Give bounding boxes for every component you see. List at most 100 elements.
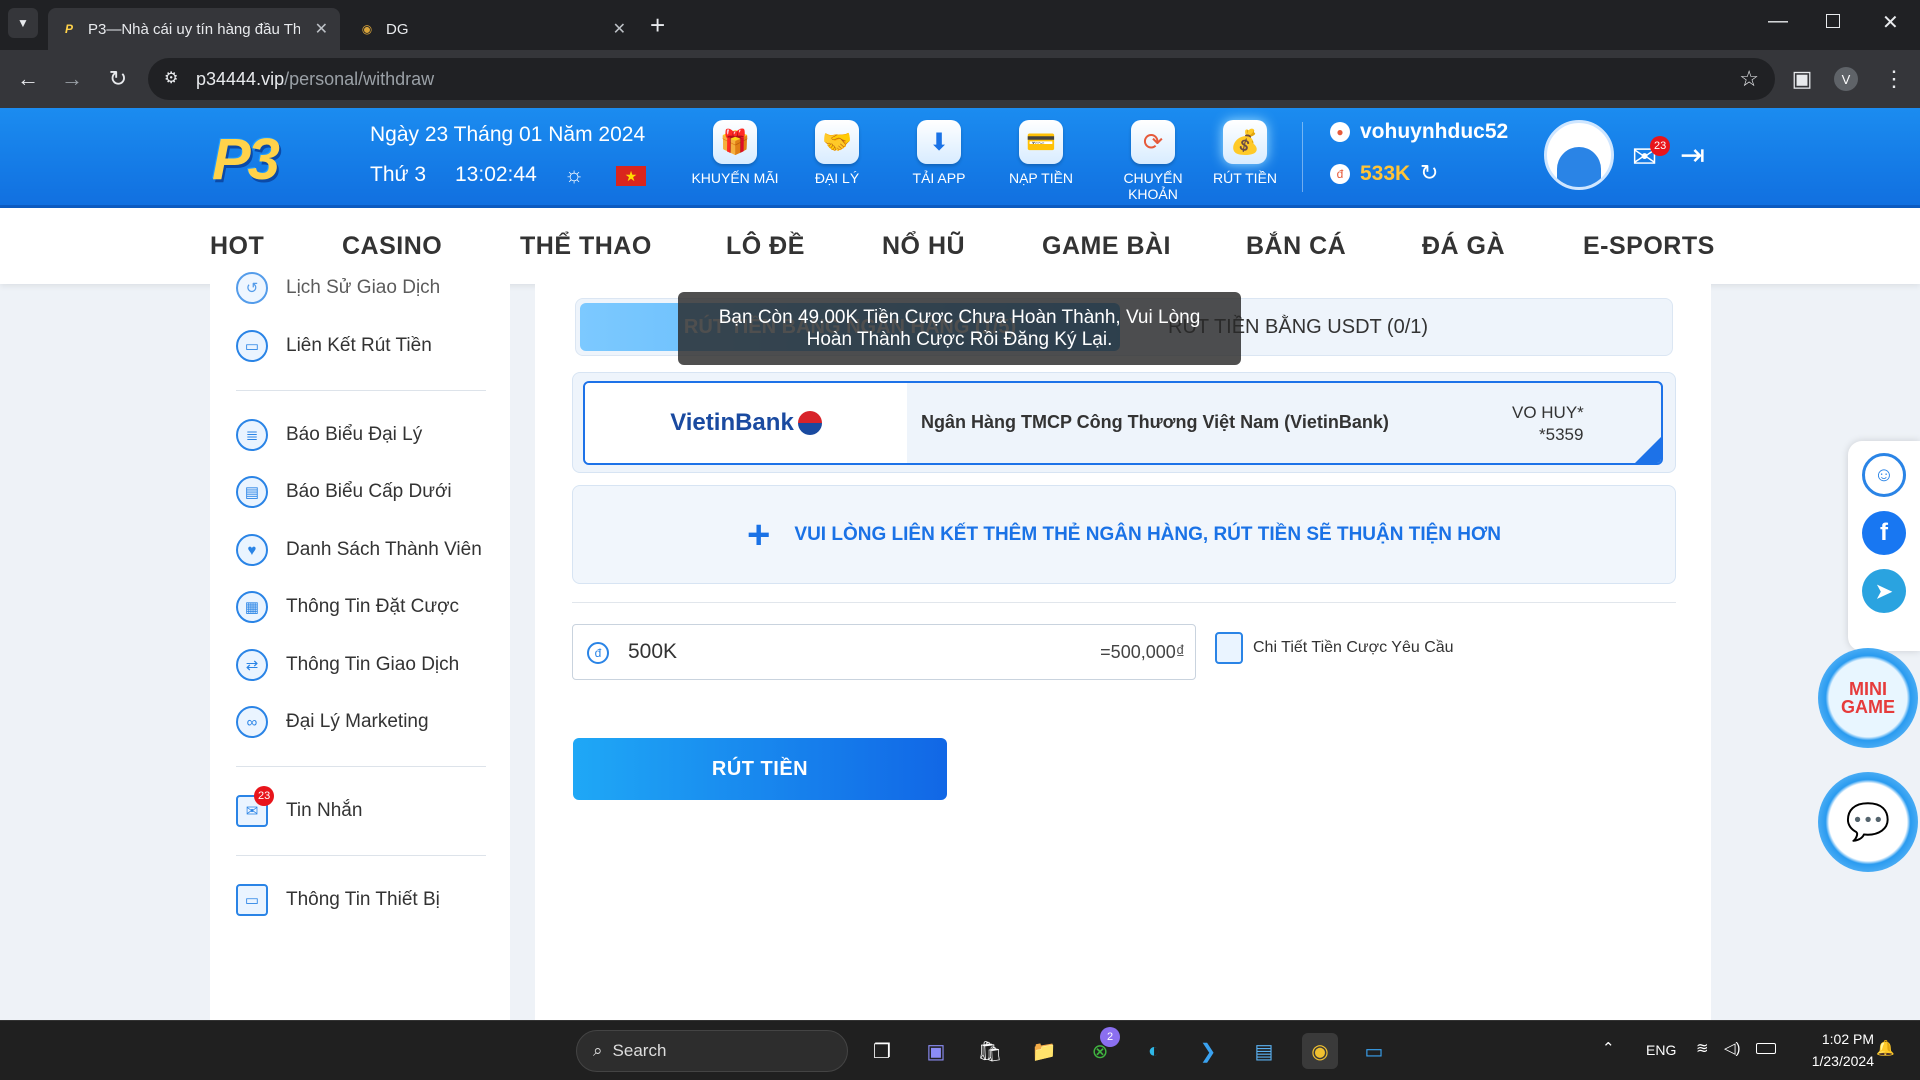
deposit-button[interactable]: 💳 NẠP TIỀN (996, 120, 1086, 186)
withdraw-submit-button[interactable]: RÚT TIỀN (573, 738, 947, 800)
bet-requirement-detail-link[interactable]: Chi Tiết Tiền Cược Yêu Cầu (1215, 632, 1454, 664)
forward-icon[interactable]: → (54, 61, 90, 97)
sidebar-item-withdraw-link[interactable]: ▭ Liên Kết Rút Tiền (236, 330, 432, 362)
sub-report-icon: ▤ (236, 476, 268, 508)
weekday: Thứ 3 (370, 163, 427, 186)
bet-info-icon: ▦ (236, 591, 268, 623)
download-app-button[interactable]: ⬇ TẢI APP (894, 120, 984, 186)
nav-ban-ca[interactable]: BẮN CÁ (1246, 232, 1346, 261)
live-chat-button[interactable]: 💬 (1818, 772, 1918, 872)
tab-title: P3—Nhà cái uy tín hàng đầu Th (88, 20, 300, 38)
volume-icon[interactable]: ◁) (1724, 1039, 1741, 1057)
minimize-icon[interactable]: — (1768, 10, 1788, 33)
logout-icon[interactable]: ⇥ (1680, 138, 1705, 173)
edge-icon[interactable]: ◐ (1136, 1033, 1172, 1069)
back-icon[interactable]: ← (10, 61, 46, 97)
browser-tab[interactable]: ◉ DG ✕ (346, 8, 638, 50)
withdraw-amount-input[interactable]: đ 500K =500,000₫ (572, 624, 1196, 680)
site-info-icon[interactable]: ⚙ (164, 68, 178, 88)
agent-button[interactable]: 🤝 ĐẠI LÝ (792, 120, 882, 186)
task-view-icon[interactable]: ❐ (864, 1033, 900, 1069)
file-explorer-icon[interactable]: 📁 (1026, 1033, 1062, 1069)
battery-icon[interactable] (1756, 1043, 1776, 1054)
sidebar-item-agent-report[interactable]: ≣ Báo Biểu Đại Lý (236, 419, 422, 451)
nav-da-ga[interactable]: ĐÁ GÀ (1422, 232, 1505, 261)
nav-hot[interactable]: HOT (210, 232, 264, 261)
sidebar-item-transaction-history[interactable]: ↺ Lịch Sử Giao Dịch (236, 272, 440, 304)
vietinbank-emblem-icon (797, 411, 822, 435)
vscode-icon[interactable]: ❯ (1190, 1033, 1226, 1069)
user-avatar[interactable] (1544, 120, 1614, 190)
windows-start-icon[interactable] (526, 1036, 556, 1066)
account-holder: VO HUY* (1512, 403, 1584, 422)
taskbar-search[interactable]: ⌕ Search (576, 1030, 848, 1072)
sidebar-item-transaction-info[interactable]: ⇄ Thông Tin Giao Dịch (236, 649, 459, 681)
search-icon: ⌕ (593, 1041, 603, 1060)
refresh-balance-icon[interactable]: ↻ (1420, 160, 1438, 186)
app-window-icon[interactable]: ▭ (1356, 1033, 1392, 1069)
sidebar-item-sub-report[interactable]: ▤ Báo Biểu Cấp Dưới (236, 476, 452, 508)
sidebar-item-agent-marketing[interactable]: ∞ Đại Lý Marketing (236, 706, 429, 738)
bookmark-star-icon[interactable]: ☆ (1739, 66, 1759, 92)
nav-casino[interactable]: CASINO (342, 232, 442, 261)
restore-icon[interactable] (1826, 14, 1840, 28)
vietnam-flag-icon[interactable]: ★ (616, 166, 646, 186)
chrome-icon[interactable]: ◉ (1302, 1033, 1338, 1069)
coin-icon: đ (1330, 164, 1350, 184)
link-icon: ∞ (236, 706, 268, 738)
money-bag-icon: 💰 (1223, 120, 1267, 164)
nav-e-sports[interactable]: E-SPORTS (1583, 232, 1715, 261)
sidebar-item-bet-info[interactable]: ▦ Thông Tin Đặt Cược (236, 591, 459, 623)
nav-lo-de[interactable]: LÔ ĐỀ (726, 232, 805, 261)
card-link-icon: ▭ (236, 330, 268, 362)
store-icon[interactable]: 🛍 (972, 1033, 1008, 1069)
close-tab-icon[interactable]: ✕ (315, 19, 328, 39)
report-icon: ≣ (236, 419, 268, 451)
close-window-icon[interactable]: ✕ (1882, 10, 1899, 35)
chat-app-icon[interactable]: ▣ (918, 1033, 954, 1069)
bank-card-selected[interactable]: VietinBank Ngân Hàng TMCP Công Thương Vi… (583, 381, 1663, 465)
mini-game-button[interactable]: MINI GAME (1818, 648, 1918, 748)
address-bar[interactable]: ⚙ p34444.vip/personal/withdraw ☆ (148, 58, 1775, 100)
agent-label: ĐẠI LÝ (814, 170, 860, 186)
nav-game-bai[interactable]: GAME BÀI (1042, 232, 1171, 261)
nav-no-hu[interactable]: NỔ HŨ (882, 232, 965, 261)
section-divider (572, 602, 1676, 603)
browser-tab-strip: ▼ P P3—Nhà cái uy tín hàng đầu Th ✕ ◉ DG… (0, 0, 1920, 50)
search-label: Search (612, 1041, 667, 1060)
toast-message: Bạn Còn 49.00K Tiền Cược Chưa Hoàn Thành… (678, 292, 1241, 365)
facebook-icon[interactable]: f (1862, 511, 1906, 555)
clock-time[interactable]: 1:02 PM (1810, 1031, 1874, 1047)
clock-date[interactable]: 1/23/2024 (1790, 1053, 1874, 1069)
chrome-menu-icon[interactable]: ⋮ (1876, 61, 1912, 97)
nav-the-thao[interactable]: THỂ THAO (520, 232, 652, 261)
side-panel-icon[interactable]: ▣ (1784, 61, 1820, 97)
notification-bell-icon[interactable]: 🔔 (1876, 1039, 1895, 1057)
browser-tab-active[interactable]: P P3—Nhà cái uy tín hàng đầu Th ✕ (48, 8, 340, 50)
notepad-icon[interactable]: ▤ (1246, 1033, 1282, 1069)
toast-line-2: Hoàn Thành Cược Rồi Đăng Ký Lại. (806, 328, 1113, 350)
transfer-button[interactable]: ⟳ CHUYỂN KHOẢN (1098, 120, 1208, 202)
reload-icon[interactable]: ↻ (100, 61, 136, 97)
withdraw-header-button[interactable]: 💰 RÚT TIỀN (1200, 120, 1290, 186)
profile-avatar[interactable]: V (1834, 67, 1858, 91)
sidebar-item-label: Tin Nhắn (286, 800, 363, 821)
sidebar-item-device-info[interactable]: ▭ Thông Tin Thiết Bị (236, 884, 440, 916)
support-agent-icon[interactable]: ☺ (1862, 453, 1906, 497)
p3-logo[interactable]: P3 (212, 126, 280, 193)
balance: 533K (1360, 162, 1411, 185)
tray-overflow-icon[interactable]: ⌃ (1602, 1039, 1615, 1057)
promotion-button[interactable]: 🎁 KHUYẾN MÃI (690, 120, 780, 186)
add-bank-card-button[interactable]: + VUI LÒNG LIÊN KẾT THÊM THẺ NGÂN HÀNG, … (572, 485, 1676, 584)
telegram-icon[interactable]: ➤ (1862, 569, 1906, 613)
sidebar-item-label: Liên Kết Rút Tiền (286, 335, 432, 356)
sidebar-item-member-list[interactable]: ♥ Danh Sách Thành Viên (236, 534, 482, 566)
withdraw-header-label: RÚT TIỀN (1212, 170, 1278, 186)
tab-search-button[interactable]: ▼ (8, 8, 38, 38)
wifi-icon[interactable]: ≋ (1696, 1039, 1709, 1057)
language-indicator[interactable]: ENG (1646, 1042, 1676, 1058)
handshake-icon: ⇄ (236, 649, 268, 681)
new-tab-button[interactable]: + (650, 10, 665, 41)
detail-label: Chi Tiết Tiền Cược Yêu Cầu (1253, 639, 1454, 656)
close-tab-icon[interactable]: ✕ (613, 19, 626, 39)
